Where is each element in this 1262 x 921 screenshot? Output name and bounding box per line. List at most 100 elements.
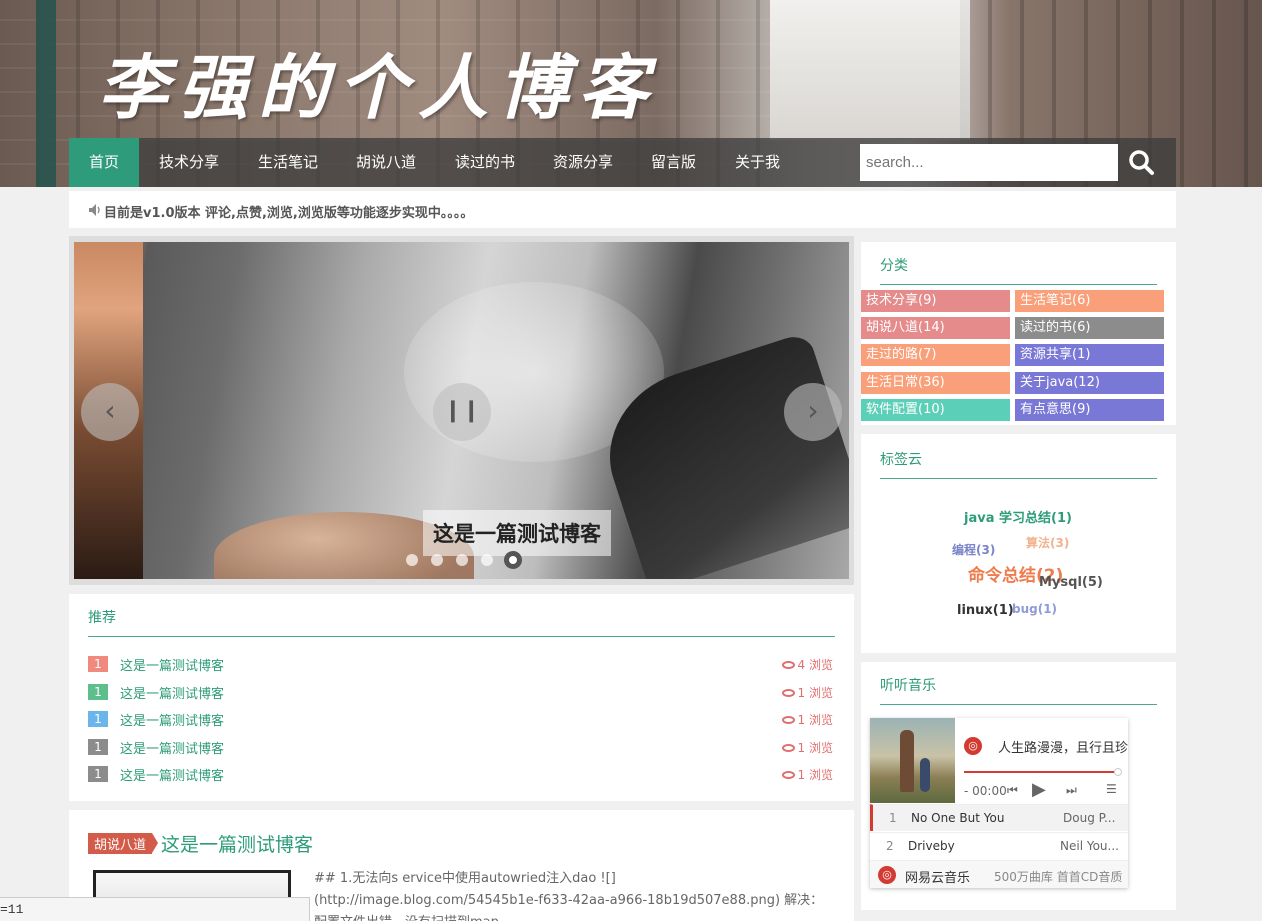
rank-badge: 1: [88, 739, 108, 755]
speaker-icon: [89, 204, 100, 216]
slider-dot[interactable]: [406, 554, 418, 566]
tag-link[interactable]: linux(1): [957, 603, 1014, 618]
tag-cloud-panel: 标签云 java 学习总结(1) 编程(3) 算法(3) 命令总结(2) Mys…: [861, 434, 1176, 653]
tag-link[interactable]: 算法(3): [1026, 534, 1069, 551]
view-count-text: 1 浏览: [797, 768, 833, 782]
tag-link[interactable]: Mysql(5): [1039, 575, 1103, 590]
netease-brand[interactable]: 网易云音乐: [905, 867, 970, 886]
nav-item-nonsense[interactable]: 胡说八道: [336, 138, 436, 187]
track-item[interactable]: 1 No One But You Doug P...: [870, 804, 1128, 831]
progress-fill: [964, 771, 1114, 773]
slider-dot[interactable]: [456, 554, 468, 566]
article-title[interactable]: 这是一篇测试博客: [161, 830, 313, 857]
play-time: - 00:00: [964, 784, 1007, 798]
nav-item-about[interactable]: 关于我: [715, 138, 800, 187]
search-icon: [1129, 150, 1154, 175]
search-button[interactable]: [1127, 148, 1157, 178]
category-chip[interactable]: 关于java(12): [1015, 372, 1164, 394]
tag-link[interactable]: java 学习总结(1): [964, 507, 1072, 526]
recommend-item: 1 这是一篇测试博客 1 浏览: [88, 709, 833, 729]
track-item[interactable]: 2 Driveby Neil You...: [870, 832, 1128, 859]
nav-item-life-notes[interactable]: 生活笔记: [238, 138, 338, 187]
recommend-link[interactable]: 这是一篇测试博客: [120, 683, 224, 702]
view-count: 1 浏览: [781, 739, 833, 756]
site-title: 李强的个人博客: [98, 46, 658, 129]
recommend-panel: 推荐 1 这是一篇测试博客 4 浏览 1 这是一篇测试博客 1 浏览 1 这是一…: [69, 594, 854, 801]
view-count-text: 1 浏览: [797, 741, 833, 755]
music-title: 听听音乐: [880, 678, 936, 694]
tag-link[interactable]: 编程(3): [952, 541, 995, 558]
slider-dot[interactable]: [481, 554, 493, 566]
search-input[interactable]: [860, 144, 1118, 181]
category-chip[interactable]: 生活笔记(6): [1015, 290, 1164, 312]
netease-logo-icon: ◎: [964, 737, 982, 755]
view-count-text: 4 浏览: [797, 658, 833, 672]
slider-next-button[interactable]: ›: [784, 383, 842, 441]
recommend-link[interactable]: 这是一篇测试博客: [120, 710, 224, 729]
recommend-link[interactable]: 这是一篇测试博客: [120, 738, 224, 757]
category-chip[interactable]: 资源共享(1): [1015, 344, 1164, 366]
player-footer: ◎ 网易云音乐 500万曲库 首首CD音质: [870, 860, 1128, 888]
nav-item-tech[interactable]: 技术分享: [139, 138, 239, 187]
notice-text: 目前是v1.0版本 评论,点赞,浏览,浏览版等功能逐步实现中。。。。: [104, 206, 474, 221]
category-chip[interactable]: 胡说八道(14): [861, 317, 1010, 339]
banner-lamp-pole: [36, 0, 56, 187]
slider-prev-button[interactable]: ‹: [81, 383, 139, 441]
nav-item-books[interactable]: 读过的书: [435, 138, 535, 187]
music-player: ◎ 人生路漫漫，且行且珍惜 - 00:00 ⏮ ▶ ⏭ ☰ 1 No One B…: [870, 718, 1128, 888]
recommend-item: 1 这是一篇测试博客 1 浏览: [88, 737, 833, 757]
nav-item-guestbook[interactable]: 留言版: [631, 138, 716, 187]
view-count: 1 浏览: [781, 684, 833, 701]
play-icon[interactable]: ▶: [1032, 779, 1046, 800]
slider-pause-button[interactable]: ❙❙: [433, 383, 491, 441]
main-navbar: 首页 技术分享 生活笔记 胡说八道 读过的书 资源分享 留言版 关于我: [69, 138, 1176, 187]
playlist-icon[interactable]: ☰: [1106, 782, 1117, 796]
eye-icon: [781, 744, 795, 752]
progress-knob[interactable]: [1114, 768, 1122, 776]
cover-figure: [900, 730, 914, 792]
rank-badge: 1: [88, 766, 108, 782]
category-chip[interactable]: 技术分享(9): [861, 290, 1010, 312]
recommend-title: 推荐: [88, 610, 116, 626]
chevron-right-icon: ›: [807, 394, 819, 427]
category-chip[interactable]: 走过的路(7): [861, 344, 1010, 366]
album-cover[interactable]: [870, 718, 955, 803]
eye-icon: [781, 661, 795, 669]
slide-caption[interactable]: 这是一篇测试博客: [423, 510, 611, 556]
notice-bar: 目前是v1.0版本 评论,点赞,浏览,浏览版等功能逐步实现中。。。。: [69, 191, 1176, 228]
netease-logo-icon: ◎: [878, 866, 896, 884]
tag-link[interactable]: bug(1): [1012, 602, 1057, 616]
divider: [880, 284, 1157, 285]
track-artist: Neil You...: [1060, 839, 1119, 853]
track-number: 2: [886, 839, 894, 853]
category-chip[interactable]: 有点意思(9): [1015, 399, 1164, 421]
next-track-icon[interactable]: ⏭: [1066, 783, 1077, 798]
image-slider: ‹ ❙❙ › 这是一篇测试博客: [69, 236, 854, 585]
recommend-item: 1 这是一篇测试博客 1 浏览: [88, 764, 833, 784]
progress-bar[interactable]: [964, 768, 1122, 776]
divider: [880, 704, 1157, 705]
recommend-item: 1 这是一篇测试博客 1 浏览: [88, 682, 833, 702]
recommend-link[interactable]: 这是一篇测试博客: [120, 655, 224, 674]
category-chip[interactable]: 软件配置(10): [861, 399, 1010, 421]
view-count: 4 浏览: [781, 656, 833, 673]
recommend-link[interactable]: 这是一篇测试博客: [120, 765, 224, 784]
view-count-text: 1 浏览: [797, 686, 833, 700]
nav-item-home[interactable]: 首页: [69, 138, 140, 187]
category-panel: 分类 技术分享(9) 生活笔记(6) 胡说八道(14) 读过的书(6) 走过的路…: [861, 242, 1176, 425]
slider-dot-active[interactable]: [504, 551, 522, 569]
divider: [88, 636, 835, 637]
category-chip[interactable]: 生活日常(36): [861, 372, 1010, 394]
article-category-badge[interactable]: 胡说八道: [88, 833, 159, 854]
eye-icon: [781, 689, 795, 697]
slider-dot[interactable]: [431, 554, 443, 566]
slide-image[interactable]: ‹ ❙❙ › 这是一篇测试博客: [74, 242, 849, 579]
eye-icon: [781, 716, 795, 724]
prev-track-icon[interactable]: ⏮: [1007, 783, 1018, 798]
cover-figure: [920, 758, 930, 792]
recommend-item: 1 这是一篇测试博客 4 浏览: [88, 654, 833, 674]
nav-item-resources[interactable]: 资源分享: [533, 138, 633, 187]
article-excerpt: ## 1.无法向s ervice中使用autowried注入dao ![](ht…: [314, 871, 824, 921]
category-chip[interactable]: 读过的书(6): [1015, 317, 1164, 339]
view-count: 1 浏览: [781, 711, 833, 728]
